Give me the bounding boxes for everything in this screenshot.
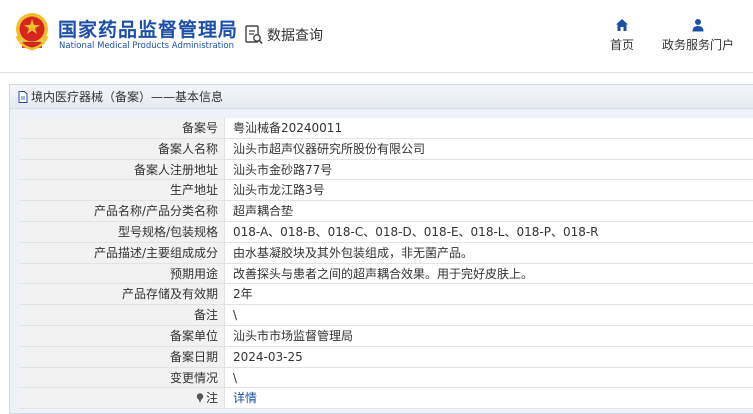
document-search-icon bbox=[245, 25, 263, 45]
table-row: 型号规格/包装规格 018-A、018-B、018-C、018-D、018-E、… bbox=[19, 221, 753, 243]
table-row: 生产地址 汕头市龙江路3号 bbox=[19, 180, 753, 202]
user-icon bbox=[692, 19, 704, 32]
field-value: 超声耦合垫 bbox=[225, 201, 753, 221]
field-label: 备注 bbox=[19, 305, 225, 325]
table-row: 备案单位 汕头市市场监督管理局 bbox=[19, 325, 753, 347]
table-row: 预期用途 改善探头与患者之间的超声耦合效果。用于完好皮肤上。 bbox=[19, 263, 753, 285]
field-value: 粤汕械备20240011 bbox=[225, 118, 753, 138]
details-link[interactable]: 详情 bbox=[225, 388, 753, 409]
table-row: 变更情况 \ bbox=[19, 367, 753, 389]
field-value: 汕头市市场监督管理局 bbox=[225, 325, 753, 346]
field-label: 产品名称/产品分类名称 bbox=[19, 201, 225, 221]
field-label-note: 注 bbox=[19, 388, 225, 409]
nav-gov-service[interactable]: 政务服务门户 bbox=[660, 18, 736, 53]
document-icon bbox=[18, 90, 28, 103]
panel-title: 境内医疗器械（备案）——基本信息 bbox=[31, 90, 224, 104]
data-query-link[interactable]: 数据查询 bbox=[245, 22, 323, 48]
field-value: 018-A、018-B、018-C、018-D、018-E、018-L、018-… bbox=[225, 221, 753, 242]
field-label: 备案单位 bbox=[19, 325, 225, 346]
field-label: 型号规格/包装规格 bbox=[19, 221, 225, 242]
pin-icon bbox=[196, 393, 204, 404]
detail-panel: 境内医疗器械（备案）——基本信息 备案号 粤汕械备20240011 备案人名称 … bbox=[9, 84, 753, 414]
field-label: 备案日期 bbox=[19, 346, 225, 367]
field-label: 备案号 bbox=[19, 118, 225, 138]
field-value: 2024-03-25 bbox=[225, 346, 753, 367]
field-label: 备案人名称 bbox=[19, 138, 225, 159]
table-row: 备案人名称 汕头市超声仪器研究所股份有限公司 bbox=[19, 138, 753, 160]
field-label: 产品存储及有效期 bbox=[19, 284, 225, 305]
field-value: 由水基凝胶块及其外包装组成，非无菌产品。 bbox=[225, 242, 753, 263]
table-row: 备案人注册地址 汕头市金砂路77号 bbox=[19, 159, 753, 181]
table-row: 备案日期 2024-03-25 bbox=[19, 346, 753, 368]
nav-home[interactable]: 首页 bbox=[605, 18, 639, 53]
table-row: 备注 \ bbox=[19, 305, 753, 326]
field-value: 2年 bbox=[225, 284, 753, 305]
field-value: 改善探头与患者之间的超声耦合效果。用于完好皮肤上。 bbox=[225, 263, 753, 284]
data-query-label: 数据查询 bbox=[267, 28, 323, 44]
panel-title-bar: 境内医疗器械（备案）——基本信息 bbox=[10, 85, 753, 109]
field-label: 变更情况 bbox=[19, 367, 225, 388]
nav-home-label: 首页 bbox=[609, 38, 634, 52]
field-label: 预期用途 bbox=[19, 263, 225, 284]
site-header: 国家药品监督管理局 National Medical Products Admi… bbox=[0, 0, 753, 72]
field-label: 备案人注册地址 bbox=[19, 159, 225, 180]
brand-name-en[interactable]: National Medical Products Administration bbox=[59, 41, 234, 51]
table-row: 产品存储及有效期 2年 bbox=[19, 284, 753, 306]
field-value: 汕头市金砂路77号 bbox=[225, 159, 753, 180]
field-value: \ bbox=[225, 367, 753, 388]
table-row: 产品名称/产品分类名称 超声耦合垫 bbox=[19, 201, 753, 222]
table-row: 产品描述/主要组成成分 由水基凝胶块及其外包装组成，非无菌产品。 bbox=[19, 242, 753, 264]
field-value: 汕头市龙江路3号 bbox=[225, 180, 753, 201]
header-divider bbox=[0, 72, 753, 73]
home-icon bbox=[616, 19, 628, 31]
table-row: 备案号 粤汕械备20240011 bbox=[19, 118, 753, 139]
field-value: 汕头市超声仪器研究所股份有限公司 bbox=[225, 138, 753, 159]
field-label: 产品描述/主要组成成分 bbox=[19, 242, 225, 263]
brand-name-cn[interactable]: 国家药品监督管理局 bbox=[58, 15, 238, 42]
table-row: 注 详情 bbox=[19, 388, 753, 410]
field-label: 生产地址 bbox=[19, 180, 225, 201]
note-label: 注 bbox=[205, 391, 218, 406]
nav-gov-service-label: 政务服务门户 bbox=[661, 38, 734, 52]
field-value: \ bbox=[225, 305, 753, 325]
detail-table: 备案号 粤汕械备20240011 备案人名称 汕头市超声仪器研究所股份有限公司 … bbox=[19, 118, 753, 410]
nmpa-emblem-icon bbox=[15, 13, 49, 51]
